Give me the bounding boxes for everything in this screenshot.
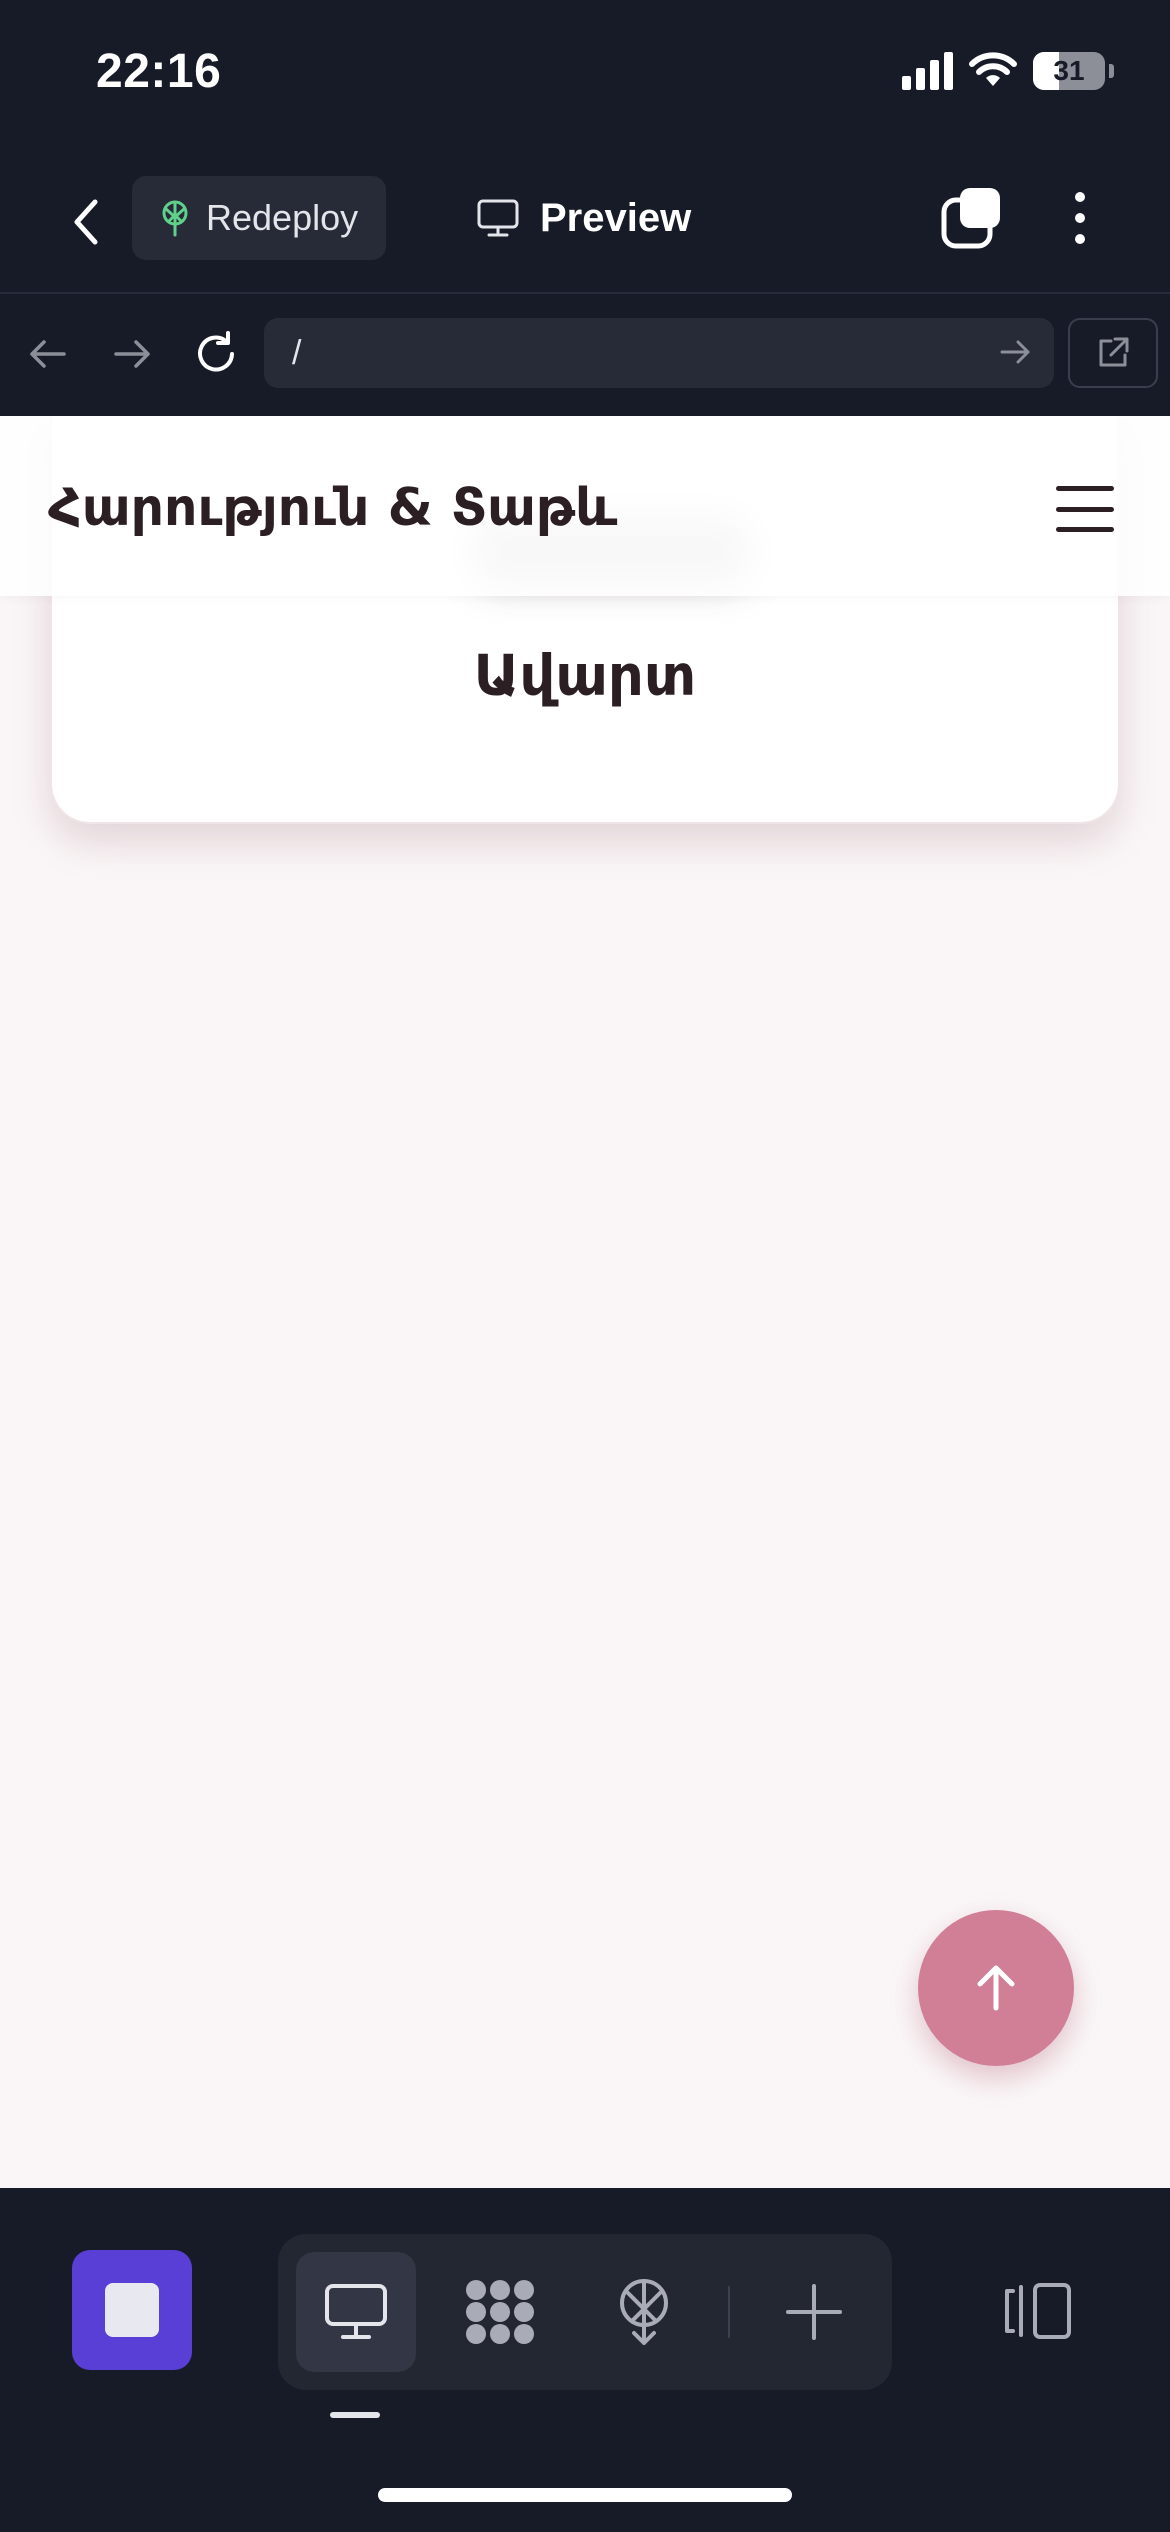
preview-tab[interactable]: Preview xyxy=(476,176,691,260)
status-bar: 22:16 31 xyxy=(0,0,1170,150)
redeploy-button[interactable]: Redeploy xyxy=(132,176,386,260)
more-dot xyxy=(1075,213,1085,223)
redeploy-label: Redeploy xyxy=(206,197,359,238)
url-value: / xyxy=(292,333,302,372)
chevron-left-icon xyxy=(74,199,98,245)
dock-add-button[interactable] xyxy=(754,2252,874,2372)
reload-button[interactable] xyxy=(186,324,246,384)
deploy-tree-icon xyxy=(162,200,188,237)
stop-button[interactable] xyxy=(72,2250,192,2370)
preview-label: Preview xyxy=(540,195,692,240)
dock-deploy-button[interactable] xyxy=(584,2252,704,2372)
external-link-icon xyxy=(1099,337,1129,367)
web-preview: Ավարտ Հարություն & Տաթև xyxy=(0,416,1170,2188)
app-header: Redeploy Preview xyxy=(0,150,1170,294)
browser-forward-button[interactable] xyxy=(102,324,162,384)
scroll-to-top-button[interactable] xyxy=(918,1910,1074,2066)
battery-level: 31 xyxy=(1053,55,1085,86)
more-options-button[interactable] xyxy=(1050,186,1110,250)
dock-workspace-button[interactable] xyxy=(440,2252,560,2372)
browser-back-button[interactable] xyxy=(18,324,78,384)
cellular-signal-icon xyxy=(902,52,953,90)
active-tab-indicator xyxy=(330,2412,380,2418)
arrow-right-icon xyxy=(114,340,150,368)
stop-icon xyxy=(105,2283,159,2337)
battery-icon: 31 xyxy=(1033,52,1105,90)
arrow-up-icon xyxy=(977,1965,1015,2011)
status-icons: 31 xyxy=(902,52,1114,90)
grid-dots-icon xyxy=(466,2280,534,2344)
status-time: 22:16 xyxy=(96,45,222,98)
back-button[interactable] xyxy=(58,188,114,256)
more-dot xyxy=(1075,192,1085,202)
more-dot xyxy=(1075,234,1085,244)
finish-button[interactable]: Ավարտ xyxy=(52,644,1118,709)
home-indicator[interactable] xyxy=(378,2488,792,2502)
tabs-icon xyxy=(941,188,1000,249)
arrow-left-icon xyxy=(30,340,66,368)
split-view-icon xyxy=(1005,2283,1071,2339)
reload-icon xyxy=(198,331,234,372)
bottom-dock xyxy=(0,2188,1170,2532)
split-view-button[interactable] xyxy=(1000,2276,1076,2346)
battery-tip xyxy=(1109,64,1114,78)
wifi-icon xyxy=(969,52,1017,86)
open-external-button[interactable] xyxy=(1068,318,1158,388)
monitor-icon xyxy=(477,199,519,237)
hamburger-menu-icon[interactable] xyxy=(1056,486,1114,532)
deploy-tree-icon xyxy=(620,2279,668,2345)
tabs-button[interactable] xyxy=(940,186,1004,250)
dock-divider xyxy=(728,2286,730,2338)
dock-tool-group xyxy=(278,2234,892,2390)
site-header: Հարություն & Տաթև xyxy=(0,416,1170,596)
url-input[interactable]: / xyxy=(264,318,1054,388)
dock-preview-button[interactable] xyxy=(296,2252,416,2372)
go-arrow-icon[interactable] xyxy=(998,335,1032,369)
monitor-icon xyxy=(325,2284,387,2339)
browser-toolbar: / xyxy=(0,296,1170,416)
site-logo[interactable]: Հարություն & Տաթև xyxy=(48,478,617,538)
plus-icon xyxy=(786,2284,842,2340)
